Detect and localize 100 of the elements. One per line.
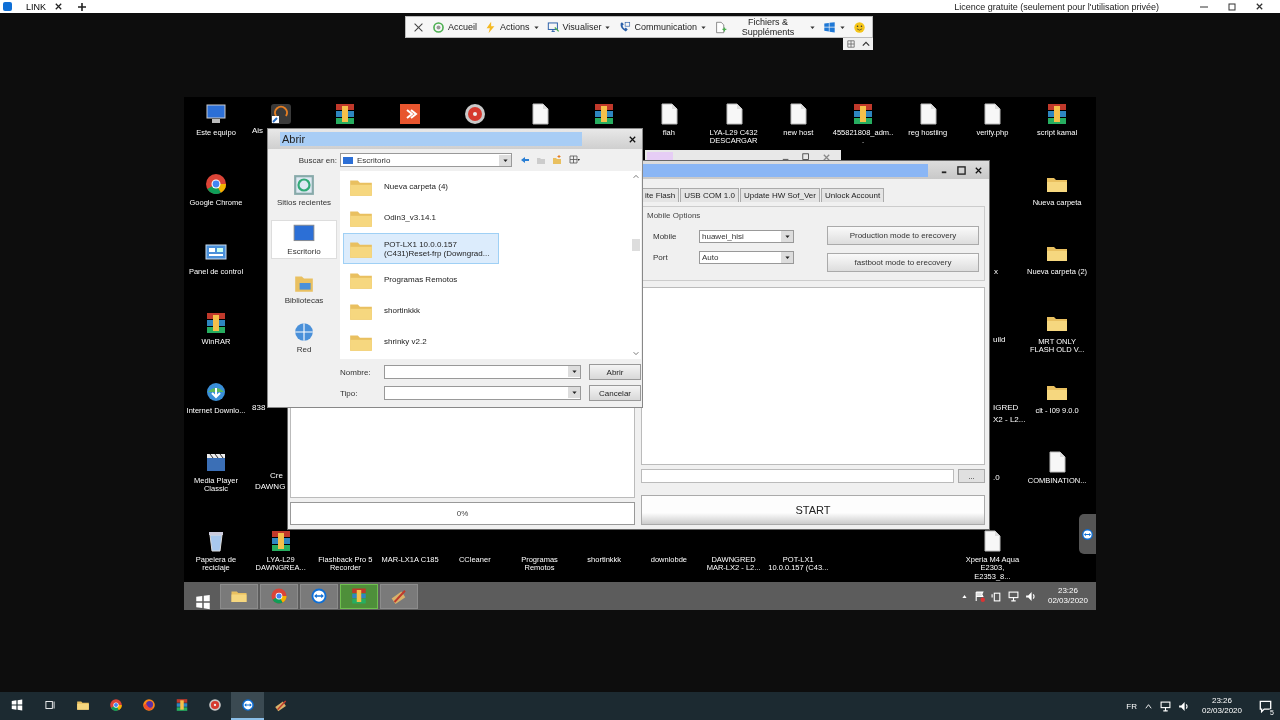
taskbar-button[interactable] [231,692,264,720]
file-plus-icon [713,20,727,34]
desktop-icon-label[interactable]: IGRED [993,403,1019,412]
desktop-icon-label[interactable]: 838 [252,403,266,412]
file-type-field[interactable] [384,386,581,400]
toolbar-button[interactable]: Actions [484,20,540,34]
dropdown-field[interactable]: Auto [699,251,794,264]
maximize-icon [802,153,810,161]
desktop-icon-label[interactable]: uild [993,335,1006,344]
path-field[interactable] [641,469,954,483]
tab[interactable]: Unlock Account [820,188,885,202]
dropdown-field[interactable]: huawei_hisi [699,230,794,243]
field-label: Port [652,253,669,262]
tab[interactable]: ite Flash [641,188,680,202]
network-globe-icon [293,321,315,343]
toolbar-button[interactable]: Fichiers & Suppléments [713,17,816,37]
chevron-down-icon [631,349,640,357]
cancel-button[interactable]: Cancelar [589,385,641,401]
place-item[interactable]: Sitios recientes [271,171,337,210]
disc-icon [462,102,487,126]
folder-item[interactable]: Nueva carpeta (4) [343,171,454,202]
desktop-icon-label[interactable]: .0 [993,473,1000,482]
caret-icon [570,368,578,375]
language-indicator[interactable]: FR [1126,701,1137,711]
group-title: Mobile Options [647,211,702,220]
caret-up-icon [960,592,968,600]
place-item[interactable]: Escritorio [271,220,337,259]
field-label: Tipo: [340,388,359,398]
field-label: Nombre: [340,367,372,377]
folder-item[interactable]: shortinkkk [343,295,425,326]
maximize-icon [957,165,966,175]
double-arrow-icon [1081,527,1094,541]
desktop-icon-label[interactable]: Cre [270,471,283,480]
speech-bubble-icon [1259,699,1272,713]
books-icon [851,102,875,126]
close-icon [974,165,983,175]
taskbar-button[interactable] [300,583,338,609]
maximize-icon [1227,1,1237,12]
desktop-icon-label[interactable]: DAWNG [255,482,286,491]
desktop-icon-label[interactable]: Ais [252,126,264,135]
desktop-icon [343,155,353,165]
windows-logo-icon [9,698,24,712]
network-icon [1007,590,1019,602]
grid-icon [846,40,855,48]
tools-icon [390,587,408,605]
mode-button[interactable]: fastboot mode to erecovery [827,253,979,272]
toolbar-button[interactable] [853,20,866,34]
disc-icon [207,698,222,712]
toolbar-handle[interactable] [843,38,873,50]
place-item[interactable]: Bibliotecas [271,269,337,308]
view-menu-icon [568,155,582,165]
scroll-thumb[interactable] [631,239,640,251]
monitor-icon [204,102,228,126]
caret-icon [604,23,612,31]
side-tab[interactable] [1079,514,1096,554]
windows-logo-icon [194,593,212,610]
caret-icon [783,233,791,240]
tools-icon [273,698,288,712]
toolbar-button[interactable]: Visualiser [546,20,612,34]
double-arrow-icon [310,587,328,605]
app-logo-icon [3,2,12,11]
close-icon [54,2,63,11]
desktop-icon-label[interactable]: X2 - L2... [993,415,1026,424]
network-icon [1159,700,1171,712]
caret-up-icon [1143,701,1153,711]
desktop-icon-label[interactable]: x [994,267,998,276]
up-folder-icon [536,155,546,165]
clock-date: 02/03/2020 [1201,706,1242,716]
start-button[interactable]: START [641,495,985,525]
toolbar-button[interactable]: Communication [618,20,707,34]
clock-time: 23:26 [1211,696,1232,706]
license-note: Licence gratuite (seulement pour l'utilisation privée) [954,1,1159,12]
monitor-icon [546,20,560,34]
mode-button[interactable]: Production mode to erecovery [827,226,979,245]
file-name-field[interactable] [384,365,581,379]
progress-reading: 0% [456,509,469,518]
back-arrow-icon [520,155,530,165]
dialog-title: Abrir [280,132,582,146]
tab[interactable]: Update HW Sof_Ver [739,188,820,202]
place-item[interactable]: Red [271,318,337,357]
browser-icon [270,587,288,605]
phone-icon [618,20,632,34]
caret-icon [783,254,791,261]
caret-icon [570,389,578,396]
battery-icon [990,590,1002,602]
folder-item[interactable]: Programas Remotos [343,264,463,295]
browser-icon [108,698,123,712]
clock-time: 23:26 [1057,586,1078,596]
tab[interactable]: USB COM 1.0 [680,188,739,202]
folder-item[interactable]: Odin3_v3.14.1 [343,202,442,233]
shortcut-icon [398,102,423,126]
folder-item[interactable]: POT-LX1 10.0.0.157 (C431)Reset-frp (Downgrad... [343,233,499,264]
folder-item[interactable]: shrinky v2.2 [343,326,432,357]
toolbar-button[interactable]: Accueil [432,20,477,34]
toolbar-button[interactable] [823,20,846,34]
caret-icon [699,23,707,31]
volume-icon [1024,590,1036,602]
location-dropdown[interactable]: Escritorio [340,153,512,167]
open-button[interactable]: Abrir [589,364,641,380]
books-icon [350,587,368,605]
